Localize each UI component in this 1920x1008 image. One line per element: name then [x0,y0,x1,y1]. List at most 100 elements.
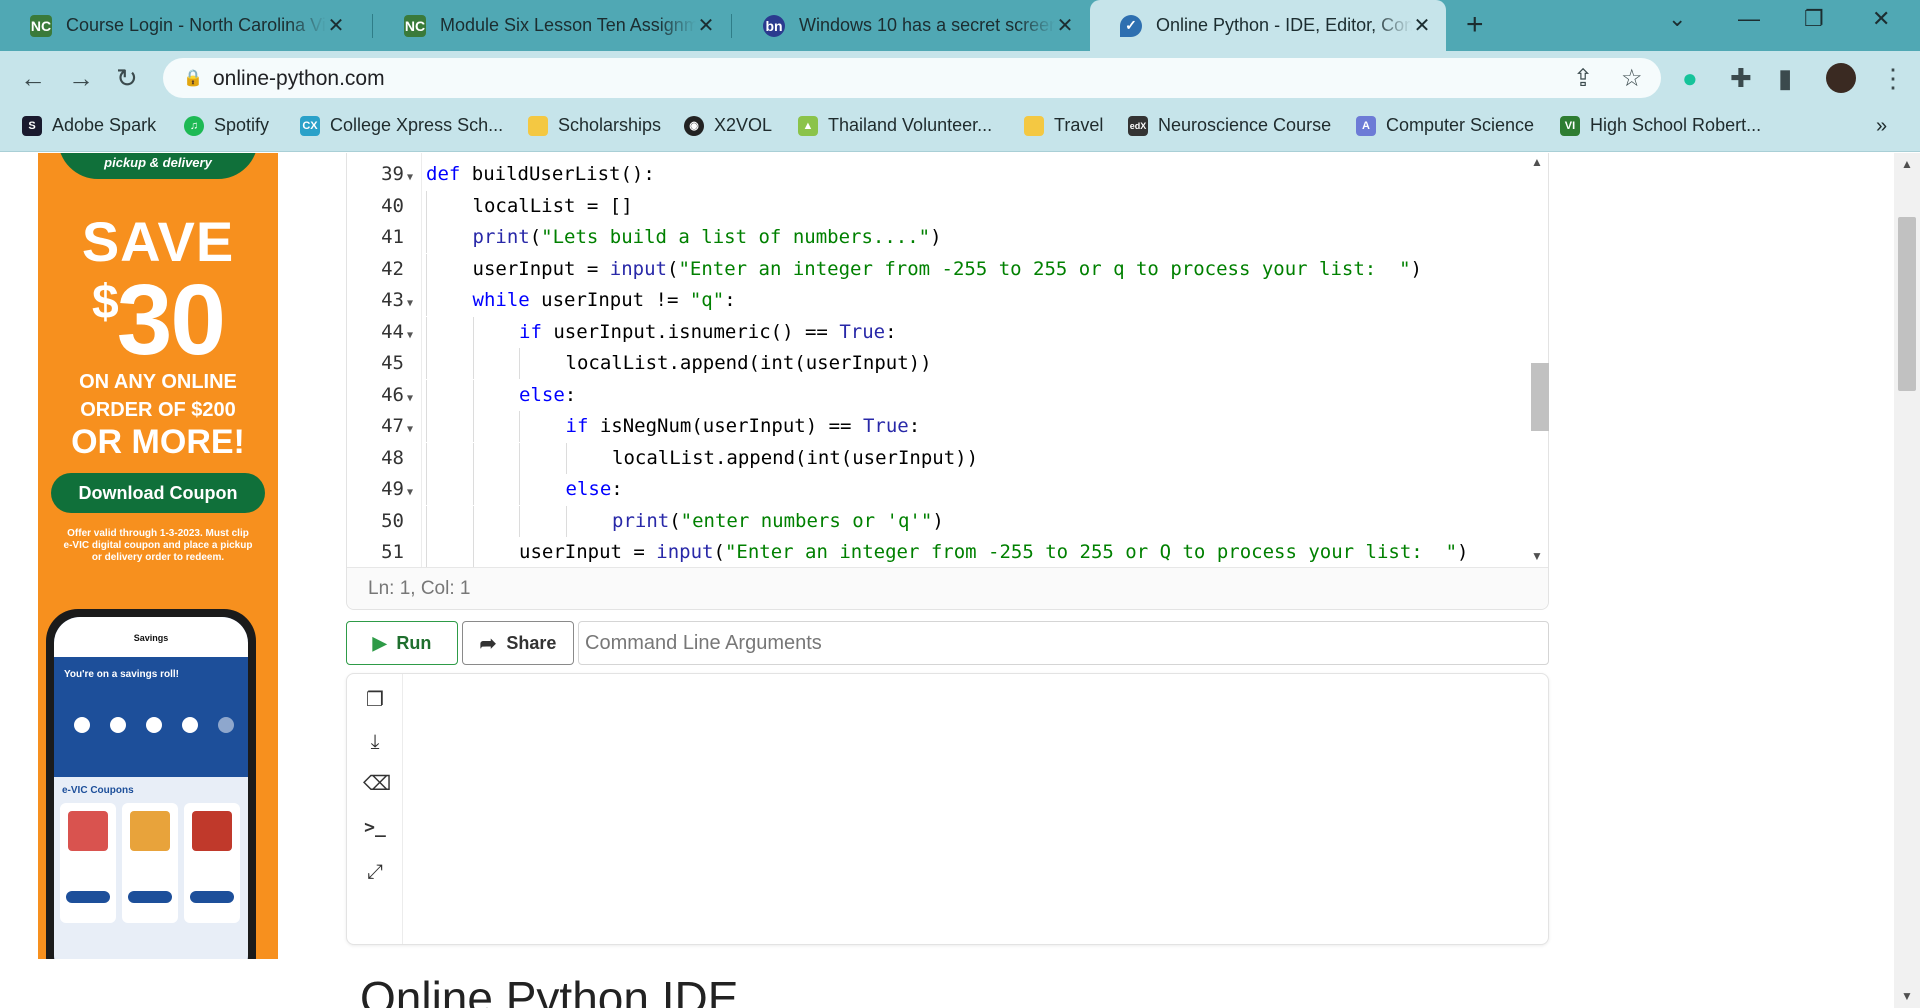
bookmark-x2vol[interactable]: ◉ X2VOL [684,115,772,136]
new-tab-button[interactable]: + [1466,8,1484,42]
minimize-icon[interactable]: — [1738,6,1760,32]
folder-icon [528,115,548,136]
code-text[interactable]: if userInput.isnumeric() == True: [519,321,897,343]
editor-scroll-thumb[interactable] [1531,363,1549,431]
code-text[interactable]: print("enter numbers or 'q'") [612,510,944,532]
scroll-down-icon[interactable]: ▼ [1531,549,1543,563]
code-text[interactable]: localList.append(int(userInput)) [612,447,978,469]
bookmark-thailand-volunteer[interactable]: ▲ Thailand Volunteer... [798,115,992,136]
editor-scrollbar[interactable]: ▲ ▼ [1527,153,1549,567]
bookmark-high-school-robert[interactable]: VI High School Robert... [1560,115,1761,136]
code-text[interactable]: userInput = input("Enter an integer from… [473,258,1422,280]
code-line[interactable]: 41 print("Lets build a list of numbers...… [347,222,1527,257]
extensions-icon[interactable]: ✚ [1730,63,1752,94]
tab-search-icon[interactable]: ⌄ [1668,6,1686,32]
code-line[interactable]: 44 ▼ if userInput.isnumeric() == True: [347,316,1527,352]
tab-course-login[interactable]: NC Course Login - North Carolina Virtual… [0,0,360,51]
code-text[interactable]: localList.append(int(userInput)) [566,352,932,374]
terminal-icon[interactable]: >_ [363,816,387,840]
code-line[interactable]: 42 userInput = input("Enter an integer fr… [347,253,1527,289]
code-line[interactable]: 39 ▼ def buildUserList(): [347,163,1527,194]
expand-icon[interactable]: ⤢ [363,860,387,884]
advertisement[interactable]: pickup & delivery SAVE $30 ON ANY ONLINE… [38,153,278,959]
close-icon[interactable]: ✕ [1412,13,1432,38]
scroll-down-icon[interactable]: ▼ [1901,989,1913,1003]
code-line[interactable]: 46 ▼ else: [347,379,1527,415]
code-line[interactable]: 50 print("enter numbers or 'q'") [347,505,1527,541]
reload-icon[interactable]: ↻ [116,63,138,94]
more-bookmarks-icon[interactable]: » [1876,115,1887,138]
code-line[interactable]: 51 userInput = input("Enter an integer fr… [347,537,1527,567]
page-scroll-thumb[interactable] [1898,217,1916,391]
bookmark-neuroscience-course[interactable]: edX Neuroscience Course [1128,115,1331,136]
code-text[interactable]: else: [566,478,623,500]
window-close-icon[interactable]: ✕ [1872,6,1890,32]
code-text[interactable]: if isNegNum(userInput) == True: [566,415,921,437]
code-line[interactable]: 49 ▼ else: [347,474,1527,509]
lock-icon[interactable]: 🔒 [183,68,203,88]
close-icon[interactable]: ✕ [696,13,716,38]
ad-card-image [130,811,170,851]
bookmark-star-icon[interactable]: ☆ [1621,64,1643,93]
bookmark-travel[interactable]: Travel [1024,115,1103,136]
restore-icon[interactable]: ❐ [1804,6,1824,32]
bookmarks-bar: S Adobe Spark ♫ Spotify CX College Xpres… [0,104,1920,152]
download-icon[interactable]: ⤓ [363,730,387,754]
indent-guide [519,411,520,442]
close-icon[interactable]: ✕ [326,13,346,38]
code-editor[interactable]: 39 ▼ def buildUserList(): 40 localList = [] 4… [346,153,1549,610]
online-python-favicon-icon: ✓ [1120,14,1142,37]
tab-online-python[interactable]: ✓ Online Python - IDE, Editor, Compiler … [1090,0,1446,51]
code-line[interactable]: 48 localList.append(int(userInput)) [347,442,1527,478]
side-panel-icon[interactable]: ▮ [1778,63,1792,94]
vi-icon: VI [1560,115,1580,136]
grammarly-icon[interactable]: ● [1682,63,1698,94]
url-text[interactable]: online-python.com [213,67,385,91]
fold-arrow-icon[interactable]: ▼ [407,330,413,341]
bookmark-college-xpress[interactable]: CX College Xpress Sch... [300,115,503,136]
scroll-up-icon[interactable]: ▲ [1531,155,1543,169]
nc-favicon-icon: NC [30,14,52,37]
download-coupon-button[interactable]: Download Coupon [51,473,265,513]
code-text[interactable]: else: [519,384,576,406]
indent-guide [426,537,427,567]
code-text[interactable]: print("Lets build a list of numbers...."… [473,226,942,248]
output-panel[interactable]: ❐ ⤓ ⌫ >_ ⤢ [346,673,1549,945]
fold-arrow-icon[interactable]: ▼ [407,424,413,435]
indent-guide [472,348,474,379]
code-text[interactable]: userInput = input("Enter an integer from… [519,541,1468,563]
code-line[interactable]: 45 localList.append(int(userInput)) [347,348,1527,383]
address-bar[interactable]: 🔒 online-python.com ⇪ ☆ [163,58,1661,98]
code-area[interactable]: 39 ▼ def buildUserList(): 40 localList = [] 4… [347,153,1527,567]
code-line[interactable]: 47 ▼ if isNegNum(userInput) == True: [347,411,1527,446]
close-icon[interactable]: ✕ [1055,13,1075,38]
tab-module-six[interactable]: NC Module Six Lesson Ten Assignment ✕ [374,0,730,51]
run-button[interactable]: ▶ Run [346,621,458,665]
code-text[interactable]: localList = [] [473,195,633,217]
code-line[interactable]: 40 localList = [] [347,190,1527,226]
back-icon[interactable]: ← [20,63,46,94]
fold-arrow-icon[interactable]: ▼ [407,172,413,183]
bookmark-computer-science[interactable]: A Computer Science [1356,115,1534,136]
tab-title: Module Six Lesson Ten Assignment [440,15,696,35]
fold-arrow-icon[interactable]: ▼ [407,487,413,498]
scroll-up-icon[interactable]: ▲ [1901,157,1913,171]
tab-windows-10[interactable]: bn Windows 10 has a secret screen record… [733,0,1089,51]
forward-icon[interactable]: → [68,63,94,94]
bookmark-spotify[interactable]: ♫ Spotify [184,115,269,136]
command-line-arguments-input[interactable] [578,621,1549,665]
page-scrollbar[interactable]: ▲ ▼ [1894,153,1920,1008]
bookmark-scholarships[interactable]: Scholarships [528,115,661,136]
fold-arrow-icon[interactable]: ▼ [407,298,413,309]
bookmark-adobe-spark[interactable]: S Adobe Spark [22,115,156,136]
code-text[interactable]: while userInput != "q": [473,289,736,311]
code-text[interactable]: def buildUserList(): [426,163,655,185]
menu-icon[interactable]: ⋮ [1880,63,1906,94]
share-button[interactable]: ➦ Share [462,621,574,665]
share-page-icon[interactable]: ⇪ [1573,64,1593,93]
fold-arrow-icon[interactable]: ▼ [407,393,413,404]
copy-icon[interactable]: ❐ [363,688,387,712]
eraser-icon[interactable]: ⌫ [363,772,391,796]
profile-avatar[interactable] [1826,63,1856,93]
code-line[interactable]: 43 ▼ while userInput != "q": [347,285,1527,320]
